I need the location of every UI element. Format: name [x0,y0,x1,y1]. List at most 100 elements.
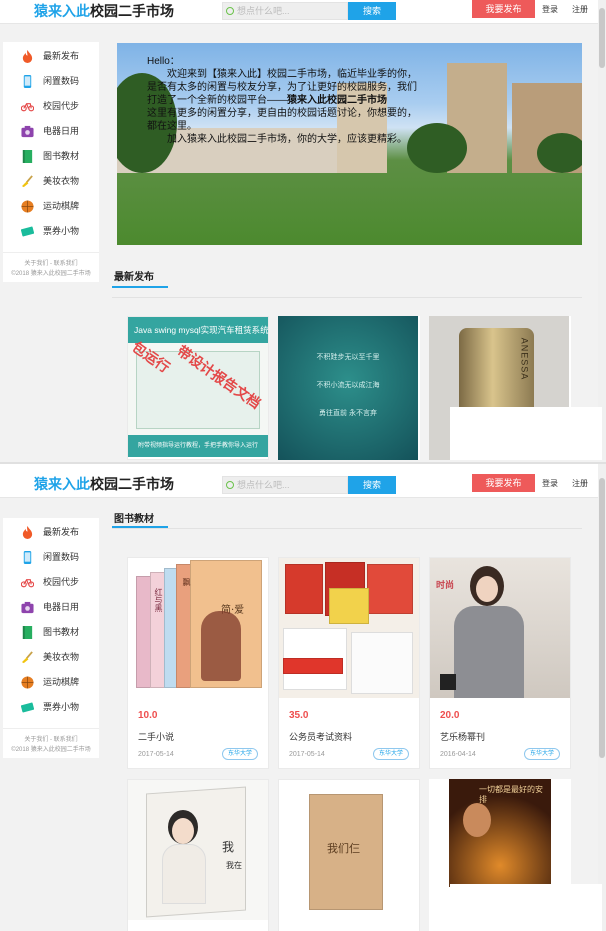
register-link[interactable]: 注册 [572,4,588,15]
sidebar-item-appliance[interactable]: 电器日用 [3,119,99,144]
exam-book [351,632,413,694]
login-link[interactable]: 登录 [542,4,558,15]
school-tag[interactable]: 东华大学 [523,748,560,760]
card-image-footer: 附带视频指导运行教程，手把手教你导入运行 [128,435,268,457]
cover-suit [454,606,524,698]
scrollbar[interactable] [598,0,606,460]
copyright: ©2018 猿来入此校园二手市场 [11,271,91,277]
sidebar-item-books[interactable]: 图书教材 [3,144,99,169]
card-image [279,558,419,698]
search-input[interactable]: 想点什么吧... [222,476,348,494]
section-divider [112,528,582,529]
sidebar-item-label: 运动棋牌 [43,677,80,687]
exam-book [285,564,323,614]
book-card[interactable]: 35.0 公务员考试资料 2017-05-14 东华大学 [278,557,420,769]
sidebar-item-label: 票券小物 [43,226,80,236]
card-title[interactable]: 公务员考试资料 [289,730,352,743]
sidebar-item-label: 图书教材 [43,151,80,161]
publish-button[interactable]: 我要发布 [472,474,535,492]
site-logo[interactable]: 猿来入此校园二手市场 [34,474,174,494]
quote-line: 不积跬步无以至千里 [316,354,380,361]
card-date: 2017-05-14 [289,751,325,758]
sidebar-item-digital[interactable]: 闲置数码 [3,69,99,94]
latest-card[interactable]: 不积跬步无以至千里 不积小流无以成江海 勇往直前 永不言弃 [278,316,420,460]
ticket-icon [21,226,34,237]
sidebar-item-label: 图书教材 [43,627,80,637]
quote-line: 勇往直前 永不言弃 [319,410,377,417]
sidebar-item-latest[interactable]: 最新发布 [3,44,99,69]
latest-card[interactable]: Java swing mysql实现汽车租赁系统 包运行 带设计报告文档 附带视… [127,316,269,460]
card-image: 时尚 [430,558,570,698]
book-icon [22,150,33,163]
brush-icon [21,651,33,664]
footer-links[interactable]: 关于我们 - 联系我们 [3,259,99,269]
site-logo[interactable]: 猿来入此校园二手市场 [34,1,174,21]
sidebar-item-label: 校园代步 [43,101,80,111]
card-price: 10.0 [138,710,158,721]
logo-brand: 猿来入此 [34,476,90,492]
scrollbar[interactable] [598,464,606,931]
publish-button[interactable]: 我要发布 [472,0,535,18]
book-icon [22,626,33,639]
cover-face [463,803,491,837]
register-link[interactable]: 注册 [572,478,588,489]
phone-icon [23,75,32,88]
camera-icon [21,125,34,138]
book-card[interactable]: 简·爱 红与黑 飘 10.0 二手小说 2017-05-14 东华大学 [127,557,269,769]
tree-shape [537,133,582,173]
card-date: 2017-05-14 [138,751,174,758]
sidebar-item-digital[interactable]: 闲置数码 [3,545,99,570]
book-card[interactable]: 我们仨 [278,779,420,931]
search-button[interactable]: 搜索 [348,2,396,20]
login-link[interactable]: 登录 [542,478,558,489]
book-card[interactable]: 时尚 20.0 艺乐杨幂刊 2016-04-14 东华大学 [429,557,571,769]
card-image: 不积跬步无以至千里 不积小流无以成江海 勇往直前 永不言弃 [278,316,418,460]
cover-face [476,576,498,602]
basketball-icon [21,200,34,213]
section-divider [112,297,582,298]
sidebar-item-beauty[interactable]: 美妆衣物 [3,645,99,670]
logo-site-name: 校园二手市场 [90,476,174,492]
banner-line-3: 加入猿来入此校园二手市场，你的大学，应该更精彩。 [167,134,407,145]
book-card[interactable]: 我 我在 [127,779,269,931]
card-price: 35.0 [289,710,309,721]
footer-links[interactable]: 关于我们 - 联系我们 [3,735,99,745]
card-title[interactable]: 二手小说 [138,730,174,743]
sidebar-item-sports[interactable]: 运动棋牌 [3,194,99,219]
sidebar-item-label: 美妆衣物 [43,652,80,662]
scrollbar-thumb[interactable] [599,478,605,758]
bottle-brand: ANESSA [519,337,530,381]
section-title-latest: 最新发布 [114,272,154,283]
bicycle-icon [21,103,34,112]
sidebar-item-label: 票券小物 [43,702,80,712]
welcome-banner: Hello： 欢迎来到【猿来入此】校园二手市场，临近毕业季的你，是否有太多的闲置… [117,43,582,245]
sidebar-item-latest[interactable]: 最新发布 [3,520,99,545]
search-button[interactable]: 搜索 [348,476,396,494]
sidebar-item-bike[interactable]: 校园代步 [3,570,99,595]
scrollbar-thumb[interactable] [599,8,605,68]
homepage-screenshot-books: 猿来入此校园二手市场 想点什么吧... 搜索 我要发布 登录 注册 最新发布 闲… [0,462,606,931]
search-placeholder: 想点什么吧... [237,480,290,490]
sidebar-item-tickets[interactable]: 票券小物 [3,219,99,244]
sidebar-item-tickets[interactable]: 票券小物 [3,695,99,720]
sidebar-item-label: 闲置数码 [43,76,80,86]
sidebar-item-bike[interactable]: 校园代步 [3,94,99,119]
cover-face [172,818,194,844]
sidebar-item-beauty[interactable]: 美妆衣物 [3,169,99,194]
search-input[interactable]: 想点什么吧... [222,2,348,20]
cover-title: 一切都是最好的安排 [479,785,543,804]
sidebar-item-sports[interactable]: 运动棋牌 [3,670,99,695]
sidebar-item-label: 电器日用 [43,126,80,136]
card-title[interactable]: 艺乐杨幂刊 [440,730,485,743]
logo-site-name: 校园二手市场 [90,3,174,19]
sidebar-item-books[interactable]: 图书教材 [3,620,99,645]
logo-brand: 猿来入此 [34,3,90,19]
homepage-screenshot-top: 猿来入此校园二手市场 想点什么吧... 搜索 我要发布 登录 注册 最新发布 闲… [0,0,606,460]
search-placeholder: 想点什么吧... [237,6,290,16]
sidebar-item-label: 闲置数码 [43,552,80,562]
banner-text: Hello： 欢迎来到【猿来入此】校园二手市场，临近毕业季的你，是否有太多的闲置… [147,55,417,146]
school-tag[interactable]: 东华大学 [372,748,409,760]
school-tag[interactable]: 东华大学 [221,748,258,760]
sidebar-item-appliance[interactable]: 电器日用 [3,595,99,620]
overlay-box [450,884,602,931]
